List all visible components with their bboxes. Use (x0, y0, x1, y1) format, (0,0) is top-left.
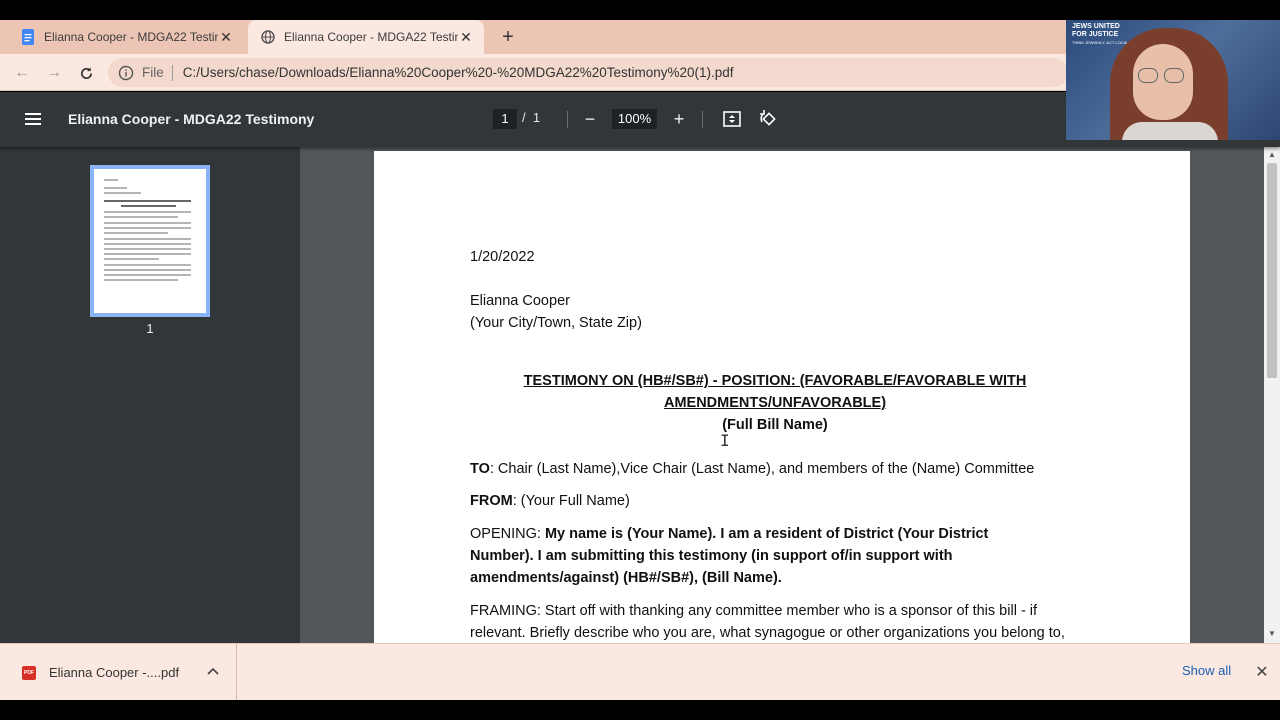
to-line: TO: Chair (Last Name),Vice Chair (Last N… (470, 458, 1034, 480)
opening-line1: OPENING: My name is (Your Name). I am a … (470, 523, 988, 545)
bottom-letterbox (0, 700, 1280, 720)
to-label: TO (470, 461, 490, 477)
text-cursor-icon: I (720, 431, 730, 450)
back-arrow-icon[interactable]: ← (11, 62, 33, 84)
to-text: : Chair (Last Name),Vice Chair (Last Nam… (489, 461, 1035, 477)
tab-title: Elianna Cooper - MDGA22 Testim (44, 30, 218, 44)
chevron-up-icon[interactable] (205, 663, 221, 679)
divider (702, 111, 703, 128)
zoom-level-input[interactable]: 100% (612, 109, 657, 129)
download-item[interactable]: PDF Elianna Cooper -....pdf (0, 644, 237, 701)
document-title: Elianna Cooper - MDGA22 Testimony (68, 111, 315, 127)
tab-title: Elianna Cooper - MDGA22 Testim (284, 30, 458, 44)
pdf-page: 1/20/2022 Elianna Cooper (Your City/Town… (374, 151, 1190, 643)
download-file-name: Elianna Cooper -....pdf (49, 665, 180, 680)
glasses-icon (1164, 68, 1184, 83)
top-letterbox (0, 0, 1280, 20)
testimony-heading-line2: AMENDMENTS/UNFAVORABLE) (663, 395, 887, 411)
logo-line1: JEWS UNITED (1072, 23, 1120, 30)
tab-pdf[interactable]: Elianna Cooper - MDGA22 Testim ✕ (248, 20, 484, 54)
url-text: C:/Users/chase/Downloads/Elianna%20Coope… (182, 65, 734, 80)
person-shirt (1122, 122, 1218, 140)
total-pages: 1 (532, 110, 541, 125)
logo-line2: FOR JUSTICE (1072, 31, 1119, 38)
pdf-file-icon: PDF (22, 666, 36, 680)
document-viewer[interactable]: 1/20/2022 Elianna Cooper (Your City/Town… (300, 147, 1264, 643)
opening-line3: amendments/against) (HB#/SB#), (Bill Nam… (470, 570, 782, 586)
address-bar[interactable]: File C:/Users/chase/Downloads/Elianna%20… (108, 58, 1068, 87)
document-date: 1/20/2022 (470, 249, 535, 265)
org-logo: JEWS UNITED FOR JUSTICE THINK JEWISHLY. … (1072, 23, 1134, 47)
fit-to-page-icon[interactable] (721, 108, 743, 130)
bill-name-subheading: (Full Bill Name) (722, 417, 828, 433)
close-icon[interactable]: ✕ (1252, 662, 1272, 682)
hamburger-menu-icon[interactable] (24, 109, 44, 129)
page-count: / 1 (522, 110, 540, 125)
protocol-label: File (142, 65, 164, 80)
divider (171, 64, 173, 81)
scrollbar-thumb[interactable] (1267, 163, 1277, 378)
testimony-heading-line1: TESTIMONY ON (HB#/SB#) - POSITION: (FAVO… (523, 373, 1027, 389)
glasses-icon (1138, 68, 1158, 83)
scrollbar[interactable]: ▲ ▼ (1264, 147, 1280, 643)
page-thumbnail[interactable] (90, 165, 210, 317)
page-separator: / (522, 110, 526, 125)
download-bar: PDF Elianna Cooper -....pdf Show all ✕ (0, 643, 1280, 701)
globe-icon (260, 29, 276, 45)
new-tab-button[interactable]: + (497, 26, 519, 48)
rotate-icon[interactable] (757, 108, 779, 130)
opening-line2: Number). I am submitting this testimony … (470, 548, 953, 564)
reload-icon[interactable] (75, 62, 97, 84)
author-name: Elianna Cooper (470, 293, 570, 309)
webcam-overlay: JEWS UNITED FOR JUSTICE THINK JEWISHLY. … (1066, 20, 1280, 140)
screen: Elianna Cooper - MDGA22 Testim ✕ Elianna… (0, 0, 1280, 720)
framing-line2: relevant. Briefly describe who you are, … (470, 625, 1065, 641)
google-docs-icon (20, 29, 36, 45)
forward-arrow-icon[interactable]: → (43, 62, 65, 84)
close-icon[interactable]: ✕ (458, 29, 474, 45)
scroll-up-icon[interactable]: ▲ (1267, 150, 1277, 159)
scroll-down-icon[interactable]: ▼ (1267, 629, 1277, 638)
page-number-input[interactable]: 1 (493, 109, 517, 129)
opening-label: OPENING: (470, 526, 545, 542)
divider (567, 111, 568, 128)
tab-google-doc[interactable]: Elianna Cooper - MDGA22 Testim ✕ (8, 20, 244, 54)
thumbnail-sidebar: 1 (0, 147, 300, 643)
opening-text: My name is (Your Name). I am a resident … (544, 526, 989, 542)
info-icon[interactable] (118, 65, 134, 81)
author-location: (Your City/Town, State Zip) (470, 315, 642, 331)
framing-line1: FRAMING: Start off with thanking any com… (470, 603, 1038, 619)
show-all-button[interactable]: Show all (1172, 663, 1241, 678)
from-label: FROM (470, 493, 513, 509)
from-text: : (Your Full Name) (512, 493, 630, 509)
zoom-in-icon[interactable]: + (668, 108, 690, 130)
close-icon[interactable]: ✕ (218, 29, 234, 45)
from-line: FROM: (Your Full Name) (470, 490, 630, 512)
thumbnail-page-number: 1 (146, 321, 154, 336)
zoom-out-icon[interactable]: − (579, 108, 601, 130)
